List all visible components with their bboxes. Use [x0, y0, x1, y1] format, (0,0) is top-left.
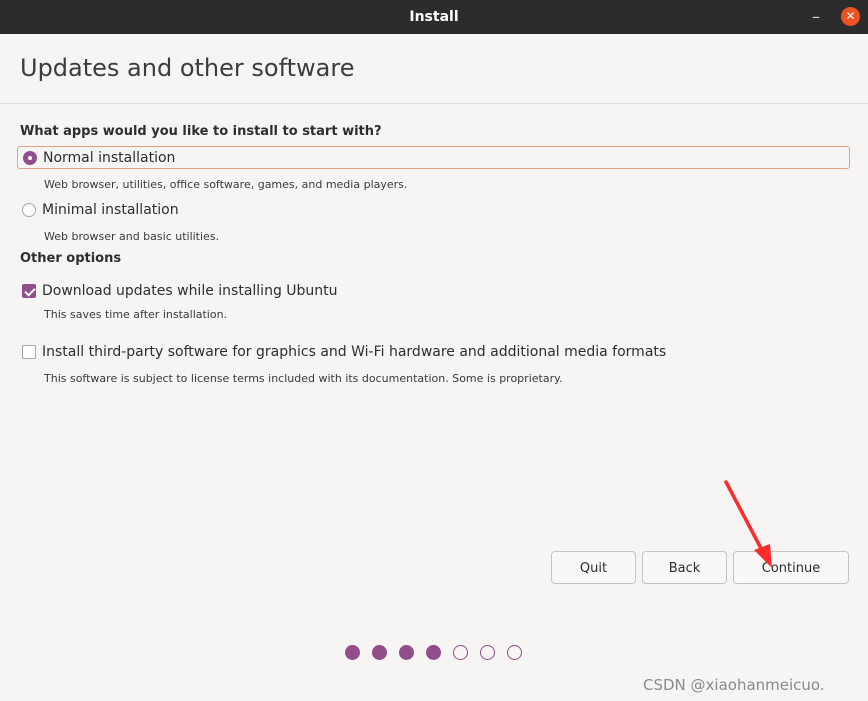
window-titlebar: Install – ✕ [0, 0, 868, 34]
back-button[interactable]: Back [642, 551, 727, 584]
minimal-installation-radio[interactable] [22, 202, 36, 217]
title-divider [0, 103, 868, 104]
red-arrow-icon [724, 480, 772, 568]
download-updates-option[interactable]: Download updates while installing Ubuntu [17, 279, 850, 302]
watermark: CSDN @xiaohanmeicuo. [643, 676, 825, 694]
progress-dot [426, 645, 441, 660]
minimize-icon[interactable]: – [805, 9, 827, 25]
apps-section-heading: What apps would you like to install to s… [20, 124, 382, 139]
other-options-heading: Other options [20, 251, 122, 266]
progress-dot [345, 645, 360, 660]
third-party-software-option[interactable]: Install third-party software for graphic… [17, 340, 850, 363]
minimal-installation-label: Minimal installation [42, 201, 179, 218]
quit-button[interactable]: Quit [551, 551, 636, 584]
normal-installation-label: Normal installation [43, 149, 176, 166]
progress-dot [372, 645, 387, 660]
third-party-software-description: This software is subject to license term… [44, 372, 563, 385]
third-party-software-label: Install third-party software for graphic… [42, 343, 667, 360]
normal-installation-radio[interactable] [23, 150, 37, 165]
window-title: Install [409, 9, 459, 25]
progress-dot [453, 645, 468, 660]
minimal-installation-description: Web browser and basic utilities. [44, 230, 220, 243]
download-updates-description: This saves time after installation. [44, 308, 228, 321]
normal-installation-description: Web browser, utilities, office software,… [44, 178, 408, 191]
progress-dot [507, 645, 522, 660]
normal-installation-option[interactable]: Normal installation [17, 146, 850, 169]
third-party-software-checkbox[interactable] [22, 344, 36, 359]
progress-dot [480, 645, 495, 660]
close-icon[interactable]: ✕ [841, 7, 860, 26]
download-updates-label: Download updates while installing Ubuntu [42, 282, 338, 299]
page-title: Updates and other software [20, 54, 355, 82]
download-updates-checkbox[interactable] [22, 283, 36, 298]
progress-indicator [345, 645, 534, 660]
progress-dot [399, 645, 414, 660]
minimal-installation-option[interactable]: Minimal installation [17, 198, 850, 221]
